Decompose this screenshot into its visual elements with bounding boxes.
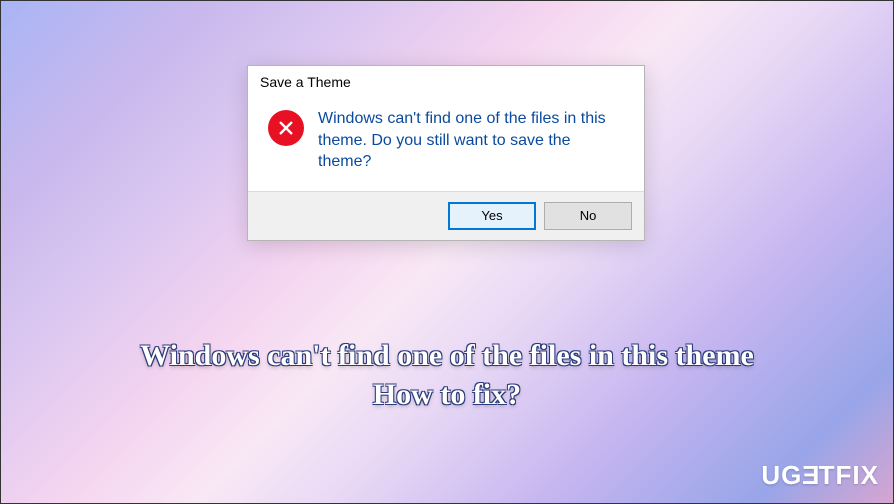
dialog-message: Windows can't find one of the files in t… bbox=[318, 108, 624, 173]
save-theme-dialog: Save a Theme Windows can't find one of t… bbox=[247, 65, 645, 241]
dialog-footer: Yes No bbox=[248, 191, 644, 240]
watermark-e: E bbox=[801, 460, 819, 491]
yes-button[interactable]: Yes bbox=[448, 202, 536, 230]
no-button[interactable]: No bbox=[544, 202, 632, 230]
caption-line-2: How to fix? bbox=[31, 375, 863, 414]
watermark-suffix: TFIX bbox=[819, 460, 879, 491]
dialog-title: Save a Theme bbox=[248, 66, 644, 94]
caption-line-1: Windows can't find one of the files in t… bbox=[140, 339, 754, 372]
article-caption: Windows can't find one of the files in t… bbox=[1, 336, 893, 414]
dialog-body: Windows can't find one of the files in t… bbox=[248, 94, 644, 191]
error-icon bbox=[268, 110, 304, 146]
watermark-prefix: UG bbox=[761, 460, 802, 491]
watermark-logo: UGETFIX bbox=[761, 460, 879, 491]
